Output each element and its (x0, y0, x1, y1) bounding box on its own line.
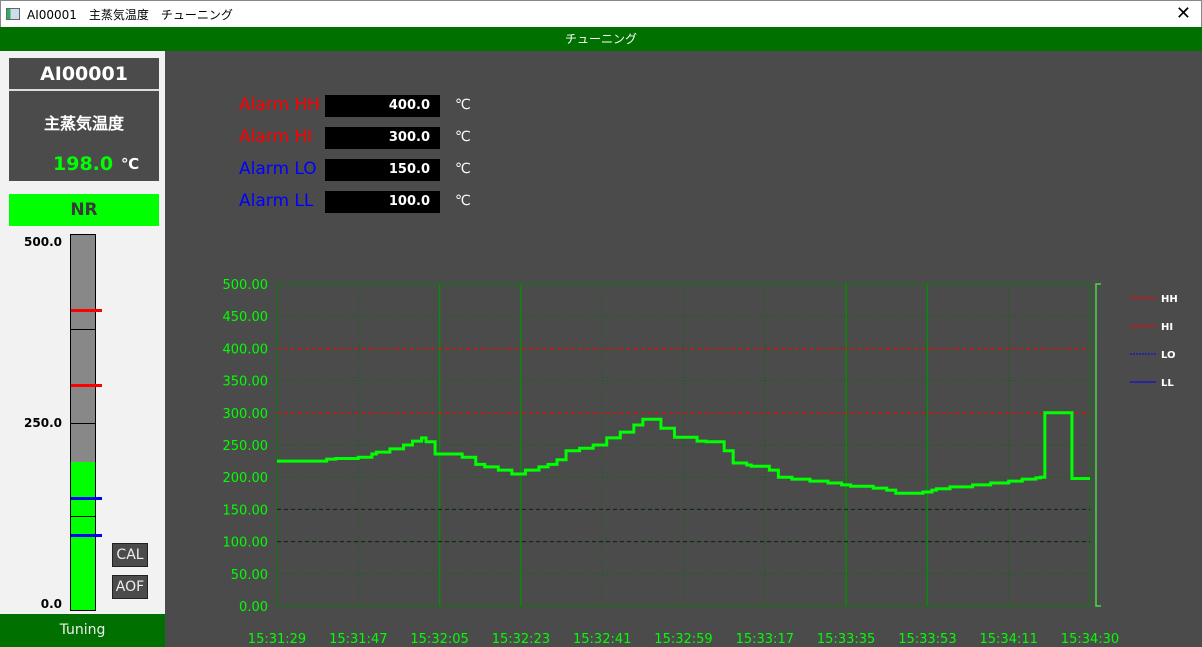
y-tick-label: 300.00 (223, 407, 269, 422)
y-tick-label: 150.00 (223, 503, 269, 518)
y-tick-label: 200.00 (223, 471, 269, 486)
x-tick-label: 15:31:29 (248, 632, 306, 647)
x-tick-label: 15:33:17 (736, 632, 794, 647)
x-tick-label: 15:33:53 (898, 632, 956, 647)
y-tick-label: 50.00 (231, 568, 268, 583)
legend-label: LL (1161, 378, 1174, 389)
series-line (277, 411, 1090, 495)
x-tick-label: 15:34:11 (980, 632, 1038, 647)
x-tick-label: 15:32:41 (573, 632, 631, 647)
x-tick-label: 15:32:59 (654, 632, 712, 647)
legend-label: LO (1161, 350, 1176, 361)
x-tick-label: 15:33:35 (817, 632, 875, 647)
x-tick-label: 15:32:23 (492, 632, 550, 647)
legend-label: HI (1161, 322, 1173, 333)
y-tick-label: 350.00 (223, 375, 269, 390)
x-tick-label: 15:31:47 (329, 632, 387, 647)
y-tick-label: 250.00 (223, 439, 269, 454)
y-tick-label: 500.00 (223, 278, 269, 293)
trend-chart: 0.00 50.00 100.00 150.00 200.00 250.00 300.00 3… (223, 278, 1178, 647)
y-tick-label: 400.00 (223, 342, 269, 357)
y-tick-label: 100.00 (223, 536, 269, 551)
y-tick-label: 450.00 (223, 310, 269, 325)
y-tick-label: 0.00 (239, 600, 268, 615)
legend-label: HH (1161, 294, 1178, 305)
value-scrollbar[interactable] (1095, 283, 1101, 607)
x-tick-label: 15:34:30 (1061, 632, 1119, 647)
x-tick-label: 15:32:05 (410, 632, 468, 647)
